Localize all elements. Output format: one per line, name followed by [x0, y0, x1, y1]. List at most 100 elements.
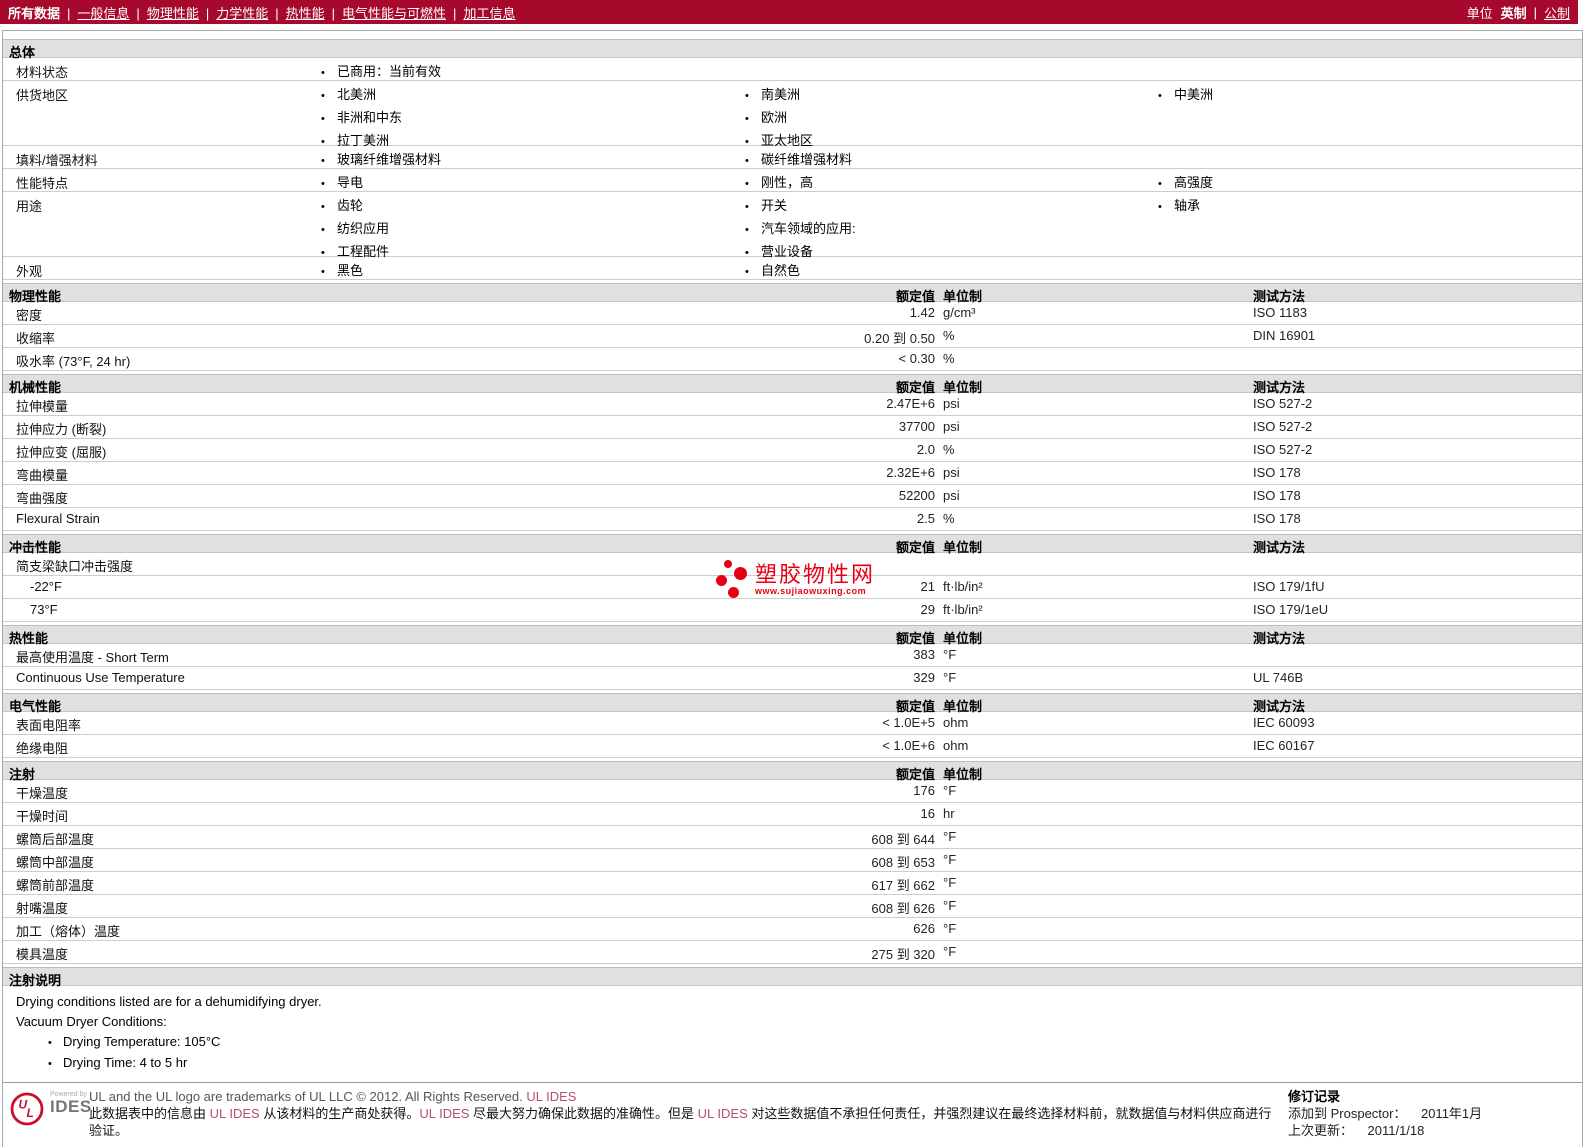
nav-tab-1[interactable]: 所有数据 — [8, 6, 60, 21]
property-row: 干燥时间 16 hr — [3, 803, 1582, 826]
general-bullet-column: • 南美洲 • 欧洲 • 亚太地区 — [745, 84, 1105, 153]
general-row: 材料状态 • 已商用：当前有效 — [3, 58, 1582, 81]
property-label: 螺筒中部温度 — [16, 855, 95, 870]
section-header: 冲击性能 额定值 单位制 测试方法 — [3, 534, 1582, 555]
ul-ides-link[interactable]: UL IDES — [419, 1106, 469, 1121]
property-label: 干燥时间 — [16, 809, 69, 824]
unit-metric-link[interactable]: 公制 — [1544, 3, 1570, 22]
bullet-item: • 齿轮 — [321, 195, 681, 218]
general-bullet-column: • 北美洲 • 非洲和中东 • 拉丁美洲 — [321, 84, 681, 153]
property-label: 密度 — [16, 308, 43, 323]
bullet-text: 中美洲 — [1174, 87, 1214, 102]
property-value: < 0.30 — [898, 351, 935, 366]
property-row: 吸水率 (73°F, 24 hr) < 0.30% — [3, 348, 1582, 371]
property-value: 608 到 626 — [871, 901, 935, 916]
property-row: 拉伸模量 2.47E+6 psi ISO 527-2 — [3, 393, 1582, 416]
general-bullet-column: • 齿轮 • 纺织应用 • 工程配件 — [321, 195, 681, 264]
bullet-icon: • — [48, 1037, 52, 1049]
general-row-label: 供货地区 — [16, 88, 69, 103]
ul-ides-link[interactable]: UL IDES — [210, 1106, 260, 1121]
ul-logo-icon: U L — [10, 1092, 44, 1126]
section-电气性能: 电气性能 额定值 单位制 测试方法 表面电阻率 < 1.0E+5 ohm IEC 60093 绝… — [3, 693, 1582, 758]
property-row: 最高使用温度 - Short Term 383 °F — [3, 644, 1582, 667]
bullet-icon: • — [321, 201, 325, 213]
property-row: Flexural Strain 2.5% ISO 178 — [3, 508, 1582, 531]
bullet-text: 纺织应用 — [337, 221, 390, 236]
property-value: 2.5 — [916, 511, 935, 526]
test-method: UL 746B — [1253, 670, 1304, 685]
revision-updated-line: 上次更新： 2011/1/18 — [1288, 1122, 1578, 1139]
property-value: 275 到 320 — [871, 947, 935, 962]
test-method: DIN 16901 — [1253, 328, 1316, 343]
property-value: 608 到 653 — [871, 855, 935, 870]
bullet-text: 开关 — [761, 198, 788, 213]
bullet-text: 轴承 — [1174, 198, 1201, 213]
property-label: 模具温度 — [16, 947, 69, 962]
nav-tab-5[interactable]: 热性能 — [286, 6, 325, 21]
bullet-text: 导电 — [337, 175, 364, 190]
property-unit: % — [943, 328, 955, 343]
property-unit: °F — [943, 921, 957, 936]
bullet-text: 高强度 — [1174, 175, 1214, 190]
property-value: 2.0 — [916, 442, 935, 457]
test-method: ISO 527-2 — [1253, 396, 1313, 411]
unit-imperial-current: 英制 — [1500, 5, 1527, 21]
bullet-item: • 南美洲 — [745, 84, 1105, 107]
nav-tab-6[interactable]: 电气性能与可燃性 — [342, 6, 446, 21]
property-value: 329 — [913, 670, 935, 685]
ul-ides-link[interactable]: UL IDES — [526, 1089, 576, 1104]
section-header: 电气性能 额定值 单位制 测试方法 — [3, 693, 1582, 714]
watermark-site-name: 塑胶物性网 — [755, 562, 876, 587]
ides-logo: Powered by IDES — [50, 1091, 92, 1115]
bullet-icon: • — [745, 201, 749, 213]
property-label: 收缩率 — [16, 331, 56, 346]
nav-tab-4[interactable]: 力学性能 — [216, 6, 268, 21]
property-label: 表面电阻率 — [16, 718, 82, 733]
nav-tabs: 所有数据 | 一般信息 | 物理性能 | 力学性能 | 热性能 | 电气性能与可燃性 | 加工信息 — [8, 3, 515, 22]
nav-tab-3[interactable]: 物理性能 — [147, 6, 199, 21]
property-value: 176 — [913, 783, 935, 798]
bullet-text: 自然色 — [761, 263, 801, 278]
property-row: 拉伸应变 (屈服) 2.0% ISO 527-2 — [3, 439, 1582, 462]
trademark-line: UL and the UL logo are trademarks of UL … — [89, 1088, 1284, 1105]
note-bullet-item: • Drying Temperature: 105°C — [3, 1032, 1582, 1053]
bullet-text: Drying Time: 4 to 5 hr — [63, 1055, 188, 1070]
ul-ides-link[interactable]: UL IDES — [698, 1106, 748, 1121]
property-label: 最高使用温度 - Short Term — [16, 650, 169, 665]
property-label: Flexural Strain — [16, 511, 100, 526]
bullet-icon: • — [1158, 201, 1162, 213]
property-unit: °F — [943, 944, 957, 959]
bullet-icon: • — [745, 90, 749, 102]
property-unit: ft·lb/in² — [943, 579, 983, 594]
property-unit: °F — [943, 829, 957, 844]
property-row: 螺筒前部温度 617 到 662 °F — [3, 872, 1582, 895]
general-row-label: 用途 — [16, 199, 43, 214]
bullet-text: 齿轮 — [337, 198, 364, 213]
property-row: 螺筒中部温度 608 到 653 °F — [3, 849, 1582, 872]
footer-text-segment: 从该材料的生产商处获得。 — [259, 1106, 420, 1121]
property-value: 52200 — [898, 488, 935, 503]
bullet-item: • 北美洲 — [321, 84, 681, 107]
test-method: ISO 179/1eU — [1253, 602, 1329, 617]
property-label: Continuous Use Temperature — [16, 670, 185, 685]
property-unit: °F — [943, 647, 957, 662]
property-label: 拉伸模量 — [16, 399, 69, 414]
nav-tab-7[interactable]: 加工信息 — [463, 6, 515, 21]
bullet-icon: • — [745, 113, 749, 125]
property-row: 绝缘电阻 < 1.0E+6 ohm IEC 60167 — [3, 735, 1582, 758]
property-row: 干燥温度 176 °F — [3, 780, 1582, 803]
test-method: ISO 178 — [1253, 511, 1301, 526]
revision-updated-value: 2011/1/18 — [1367, 1123, 1425, 1138]
bullet-icon: • — [321, 113, 325, 125]
property-unit: °F — [943, 898, 957, 913]
property-value: 2.47E+6 — [886, 396, 935, 411]
property-value: 2.32E+6 — [886, 465, 935, 480]
property-unit: °F — [943, 783, 957, 798]
property-label: 吸水率 (73°F, 24 hr) — [16, 354, 131, 369]
general-row: 性能特点 • 导电 • 刚性，高 • 高强度 — [3, 169, 1582, 192]
section-冲击性能: 冲击性能 额定值 单位制 测试方法 简支梁缺口冲击强度 -22°F 21 ft·lb/in² I… — [3, 534, 1582, 622]
nav-tab-2[interactable]: 一般信息 — [77, 6, 129, 21]
general-bullet-column: • 黑色 — [321, 260, 681, 283]
property-row: 射嘴温度 608 到 626 °F — [3, 895, 1582, 918]
test-method: ISO 178 — [1253, 465, 1301, 480]
